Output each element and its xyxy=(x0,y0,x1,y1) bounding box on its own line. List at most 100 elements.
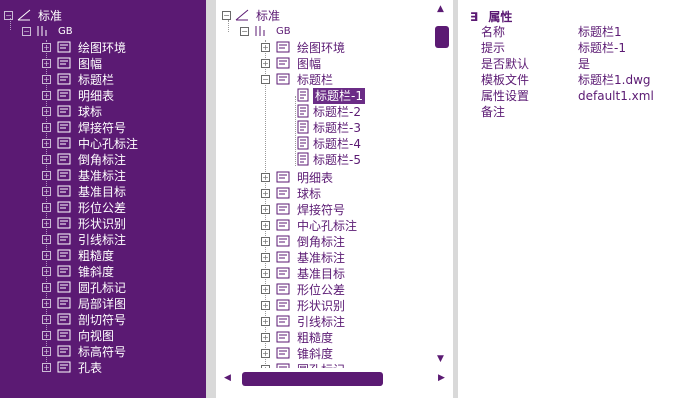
scroll-right-arrow-icon[interactable]: ▶ xyxy=(438,373,445,383)
doc-symbol-icon xyxy=(276,267,290,279)
doc-symbol-icon xyxy=(276,41,290,53)
property-name: 属性设置 xyxy=(481,89,530,103)
mid-tree-item-label: 形位公差 xyxy=(297,283,346,297)
tree-standard-label: GB xyxy=(58,26,73,37)
property-value[interactable]: 标题栏1.dwg xyxy=(578,72,651,88)
mid-tree-item-label: 形状识别 xyxy=(297,299,346,313)
doc-symbol-icon xyxy=(57,345,71,357)
property-value[interactable]: default1.xml xyxy=(578,88,654,104)
mid-tree-item-label: 引线标注 xyxy=(297,315,346,329)
left-tree-item-label: 局部详图 xyxy=(78,297,127,311)
doc-symbol-icon xyxy=(57,89,71,101)
left-tree-item-label: 标高符号 xyxy=(78,345,127,359)
left-tree-item-label: 基准标注 xyxy=(78,169,127,183)
vertical-scrollbar[interactable]: ▲ ▼ xyxy=(434,0,450,398)
left-tree-panel: − 标准 − GB + 绘图环境 + 图幅 + 标题栏 + 明细表 + 球标 + 焊接符号 + 中心孔标注… xyxy=(0,0,206,398)
doc-symbol-icon xyxy=(276,347,290,359)
doc-symbol-icon xyxy=(276,283,290,295)
doc-symbol-icon xyxy=(276,315,290,327)
mid-tree-child-label: 标题栏-1 xyxy=(312,87,366,105)
left-tree-item-label: 剖切符号 xyxy=(78,313,127,327)
left-tree-item-label: 向视图 xyxy=(78,329,115,343)
drawing-standard-icon xyxy=(235,9,249,21)
property-value[interactable]: 是 xyxy=(578,56,590,72)
property-name: 是否默认 xyxy=(481,57,530,71)
doc-symbol-icon xyxy=(57,233,71,245)
mid-tree-item-label: 倒角标注 xyxy=(297,235,346,249)
left-tree-item-label: 圆孔标记 xyxy=(78,281,127,295)
horizontal-scrollbar[interactable]: ◀ ▶ xyxy=(216,368,453,390)
doc-symbol-icon xyxy=(57,105,71,117)
page-icon xyxy=(297,104,309,118)
scroll-down-arrow-icon[interactable]: ▼ xyxy=(437,354,444,364)
page-icon xyxy=(297,120,309,134)
doc-symbol-icon xyxy=(276,73,290,85)
left-tree-item-label: 倒角标注 xyxy=(78,153,127,167)
doc-symbol-icon xyxy=(276,299,290,311)
doc-symbol-icon xyxy=(57,57,71,69)
doc-symbol-icon xyxy=(57,121,71,133)
mid-tree-item-label: 基准标注 xyxy=(297,251,346,265)
property-name: 提示 xyxy=(481,41,506,55)
folder-standard-icon xyxy=(255,26,265,36)
doc-symbol-icon xyxy=(57,153,71,165)
doc-symbol-icon xyxy=(57,249,71,261)
mid-tree-child-label: 标题栏-3 xyxy=(313,121,361,135)
mid-tree-child-label: 标题栏-5 xyxy=(313,153,361,167)
page-icon xyxy=(297,88,309,102)
left-tree-item-label: 粗糙度 xyxy=(78,249,115,263)
doc-symbol-icon xyxy=(57,137,71,149)
mid-tree-item-label: 粗糙度 xyxy=(297,331,334,345)
doc-symbol-icon xyxy=(57,329,71,341)
mid-tree-item-label: 图幅 xyxy=(297,57,322,71)
vertical-scroll-thumb[interactable] xyxy=(435,26,449,48)
doc-symbol-icon xyxy=(57,73,71,85)
doc-symbol-icon xyxy=(57,201,71,213)
mid-tree-child-label: 标题栏-4 xyxy=(313,137,361,151)
left-tree-item-label: 形状识别 xyxy=(78,217,127,231)
left-tree-item-label: 焊接符号 xyxy=(78,121,127,135)
scroll-left-arrow-icon[interactable]: ◀ xyxy=(224,373,231,383)
doc-symbol-icon xyxy=(276,171,290,183)
horizontal-scroll-thumb[interactable] xyxy=(242,372,383,386)
mid-tree-root-label: 标准 xyxy=(256,9,281,23)
left-tree-item-label: 孔表 xyxy=(78,361,103,375)
property-name: 备注 xyxy=(481,105,506,119)
mid-tree-item-label: 球标 xyxy=(297,187,322,201)
left-tree-item-label: 明细表 xyxy=(78,89,115,103)
doc-symbol-icon xyxy=(276,187,290,199)
doc-symbol-icon xyxy=(57,265,71,277)
middle-tree-panel: − 标准 − GB + 绘图环境 + 图幅 − 标题栏 标题栏-1 标题栏-2 标题栏-3 标题栏… xyxy=(216,0,453,398)
doc-symbol-icon xyxy=(57,185,71,197)
property-name: 模板文件 xyxy=(481,73,530,87)
property-value[interactable]: 标题栏1 xyxy=(578,24,622,40)
doc-symbol-icon xyxy=(276,219,290,231)
left-tree-item-label: 球标 xyxy=(78,105,103,119)
property-value[interactable]: 标题栏-1 xyxy=(578,40,626,56)
doc-symbol-icon xyxy=(57,313,71,325)
scroll-up-arrow-icon[interactable]: ▲ xyxy=(437,4,444,14)
folder-standard-icon xyxy=(37,26,47,36)
doc-symbol-icon xyxy=(57,217,71,229)
doc-symbol-icon xyxy=(276,331,290,343)
collapse-icon[interactable]: ∃ xyxy=(470,10,478,24)
mid-tree-standard-label: GB xyxy=(276,26,291,37)
tree-root-label: 标准 xyxy=(38,9,63,23)
left-tree-item-label: 标题栏 xyxy=(78,73,115,87)
doc-symbol-icon xyxy=(276,251,290,263)
properties-header-label: 属性 xyxy=(488,10,513,24)
left-tree-item-label: 中心孔标注 xyxy=(78,137,139,151)
doc-symbol-icon xyxy=(57,41,71,53)
properties-header[interactable]: ∃ 属性 xyxy=(470,8,512,25)
mid-tree-item-label: 锥斜度 xyxy=(297,347,334,361)
mid-tree-item-label: 明细表 xyxy=(297,171,334,185)
left-tree-item-label: 基准目标 xyxy=(78,185,127,199)
left-tree-item-label: 图幅 xyxy=(78,57,103,71)
left-tree-item-label: 锥斜度 xyxy=(78,265,115,279)
doc-symbol-icon xyxy=(57,297,71,309)
mid-tree-item-label: 焊接符号 xyxy=(297,203,346,217)
doc-symbol-icon xyxy=(276,57,290,69)
doc-symbol-icon xyxy=(57,361,71,373)
doc-symbol-icon xyxy=(276,235,290,247)
mid-tree-child-label: 标题栏-2 xyxy=(313,105,361,119)
